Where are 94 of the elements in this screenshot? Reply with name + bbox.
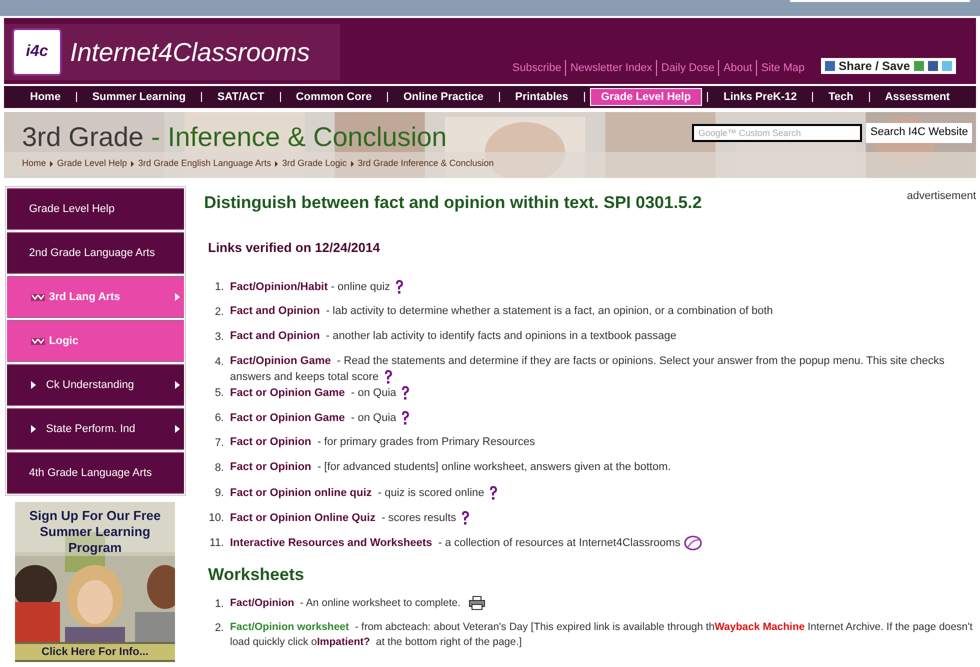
sidebar-item[interactable]: 3rd Lang Arts	[7, 276, 184, 318]
list-number: 1.	[214, 280, 225, 295]
header-link[interactable]: About	[723, 62, 752, 74]
nav-tab[interactable]: Common Core	[286, 88, 382, 106]
share-button[interactable]: Share / Save	[820, 58, 956, 74]
nav-tab[interactable]: Summer Learning	[82, 88, 196, 106]
arrow-icon	[175, 425, 180, 433]
verified-date: Links verified on 12/24/2014	[208, 238, 381, 256]
search-field[interactable]: Google™ Custom Search	[692, 124, 862, 142]
sidebar-item[interactable]: Ck Understanding	[7, 364, 184, 406]
question-mark-icon[interactable]	[460, 510, 470, 526]
resource-description: Fact and Opinion - another lab activity to identify facts and opinions in a textbook passage	[230, 329, 676, 344]
worksheet-description: Fact/Opinion - An online worksheet to complete.	[230, 596, 485, 610]
list-number: 4.	[214, 355, 225, 370]
logo-icon[interactable]	[684, 535, 702, 551]
resource-link[interactable]: Fact/Opinion/Habit	[230, 280, 328, 293]
list-number: 1.	[214, 596, 225, 612]
list-number: 2.	[214, 305, 225, 320]
resource-link[interactable]: Fact or Opinion Game	[230, 412, 345, 424]
question-mark-icon[interactable]	[400, 385, 410, 401]
printer-icon[interactable]	[468, 596, 485, 610]
resource-description: Fact or Opinion - [for advanced students] online worksheet, answers given at the bottom.	[230, 460, 671, 475]
worksheet-link[interactable]: Fact/Opinion worksheet	[230, 620, 350, 632]
nav-tab[interactable]: Printables	[505, 88, 578, 106]
question-mark-icon[interactable]	[488, 485, 498, 501]
nav-tab[interactable]: SAT/ACT	[207, 88, 274, 106]
arrow-icon	[175, 381, 180, 389]
resource-description: Fact or Opinion Game - on Quia	[230, 385, 410, 401]
nav-tab[interactable]: Links PreK-12	[713, 88, 807, 106]
nav-tab[interactable]: Home	[20, 88, 71, 106]
sidebar-item[interactable]: Logic	[7, 320, 184, 362]
breadcrumb-link[interactable]: 3rd Grade Inference & Conclusion	[358, 157, 494, 170]
list-number: 10.	[208, 511, 225, 526]
list-number: 5.	[214, 386, 225, 401]
chevron-icon	[31, 338, 45, 344]
resource-link[interactable]: Fact or Opinion Online Quiz	[230, 512, 376, 524]
resource-link[interactable]: Fact or Opinion	[230, 461, 312, 473]
list-number: 3.	[214, 330, 225, 345]
resource-description: Fact or Opinion Game - on Quia	[230, 410, 410, 426]
breadcrumb-link[interactable]: Grade Level Help	[57, 157, 128, 170]
arrow-icon	[31, 425, 36, 433]
list-number: 9.	[214, 486, 225, 501]
advertisement-label: advertisement	[906, 189, 976, 204]
nav-tab[interactable]: Tech	[818, 88, 864, 106]
summer-learning-ad[interactable]: Sign Up For Our Free Summer Learning Program Click Here For Info...	[15, 502, 175, 662]
resource-link[interactable]: Fact or Opinion Game	[230, 386, 345, 399]
list-number: 8.	[214, 461, 225, 476]
resource-link[interactable]: Fact/Opinion Game	[230, 355, 331, 367]
list-number: 7.	[214, 436, 225, 451]
worksheet-link[interactable]: Fact/Opinion	[230, 596, 294, 608]
resource-link[interactable]: Interactive Resources and Worksheets	[230, 536, 432, 549]
header-link[interactable]: Subscribe	[512, 62, 562, 74]
nav-tab[interactable]: Grade Level Help	[590, 88, 702, 106]
search-button[interactable]: Search I4C Website	[866, 122, 972, 142]
resource-description: Fact/Opinion/Habit - online quiz	[230, 279, 404, 295]
sidebar-item[interactable]: 4th Grade Language Arts	[7, 452, 184, 494]
resource-description: Interactive Resources and Worksheets - a collection of resources at Internet4Classrooms	[230, 535, 702, 551]
nav-tab[interactable]: Assessment	[875, 88, 960, 106]
resource-description: Fact or Opinion online quiz - quiz is scored online	[230, 485, 498, 501]
question-mark-icon[interactable]	[394, 279, 404, 295]
resource-description: Fact and Opinion - lab activity to determine whether a statement is a fact, an opinion, or a combination of both	[230, 304, 773, 319]
resource-description: Fact or Opinion Online Quiz - scores results	[230, 510, 470, 526]
breadcrumb-link[interactable]: 3rd Grade English Language Arts	[138, 157, 272, 170]
nav-tab[interactable]: Online Practice	[393, 88, 494, 106]
resource-description: Fact or Opinion - for primary grades from Primary Resources	[230, 435, 535, 450]
worksheet-link[interactable]: Impatient?	[316, 636, 370, 648]
page-title: 3rd Grade - Inference & Conclusion	[22, 124, 447, 151]
site-name[interactable]: Internet4Classrooms	[70, 32, 310, 72]
breadcrumb-link[interactable]: Home	[22, 157, 46, 170]
section-heading: Distinguish between fact and opinion within text. SPI 0301.5.2	[204, 192, 702, 214]
worksheet-link[interactable]: Wayback Machine	[714, 620, 805, 632]
resource-description: Fact/Opinion Game - Read the statements and determine if they are facts or opinions. Select your answer from the popup menu. This site checks answers and keeps total score	[230, 354, 946, 385]
chevron-icon	[31, 294, 45, 300]
header-link[interactable]: Newsletter Index	[570, 62, 652, 74]
header-link[interactable]: Site Map	[761, 62, 805, 74]
arrow-icon	[31, 381, 36, 389]
resource-link[interactable]: Fact or Opinion online quiz	[230, 486, 372, 499]
section-heading: Worksheets	[208, 564, 306, 586]
question-mark-icon[interactable]	[382, 369, 393, 385]
worksheet-description: Fact/Opinion worksheet - from abcteach: about Veteran's Day [This expired link is available through thWayback Machine Internet Archive. If the page doesn't load quickly click oImpatient? at the bottom right of the page.]	[230, 620, 974, 650]
sidebar-item[interactable]: 2nd Grade Language Arts	[7, 232, 184, 274]
resource-link[interactable]: Fact or Opinion	[230, 436, 312, 448]
header-link[interactable]: Daily Dose	[661, 62, 714, 74]
arrow-icon	[175, 293, 180, 301]
resource-link[interactable]: Fact and Opinion	[230, 330, 320, 342]
list-number: 2.	[214, 620, 225, 636]
list-number: 11.	[208, 536, 225, 551]
sidebar-item[interactable]: State Perform. Ind	[7, 408, 184, 450]
question-mark-icon[interactable]	[400, 410, 410, 426]
breadcrumb-link[interactable]: 3rd Grade Logic	[282, 157, 347, 170]
logo[interactable]: i4c	[12, 28, 62, 76]
list-number: 6.	[214, 411, 225, 426]
sidebar-item[interactable]: Grade Level Help	[7, 188, 184, 230]
resource-link[interactable]: Fact and Opinion	[230, 305, 320, 317]
